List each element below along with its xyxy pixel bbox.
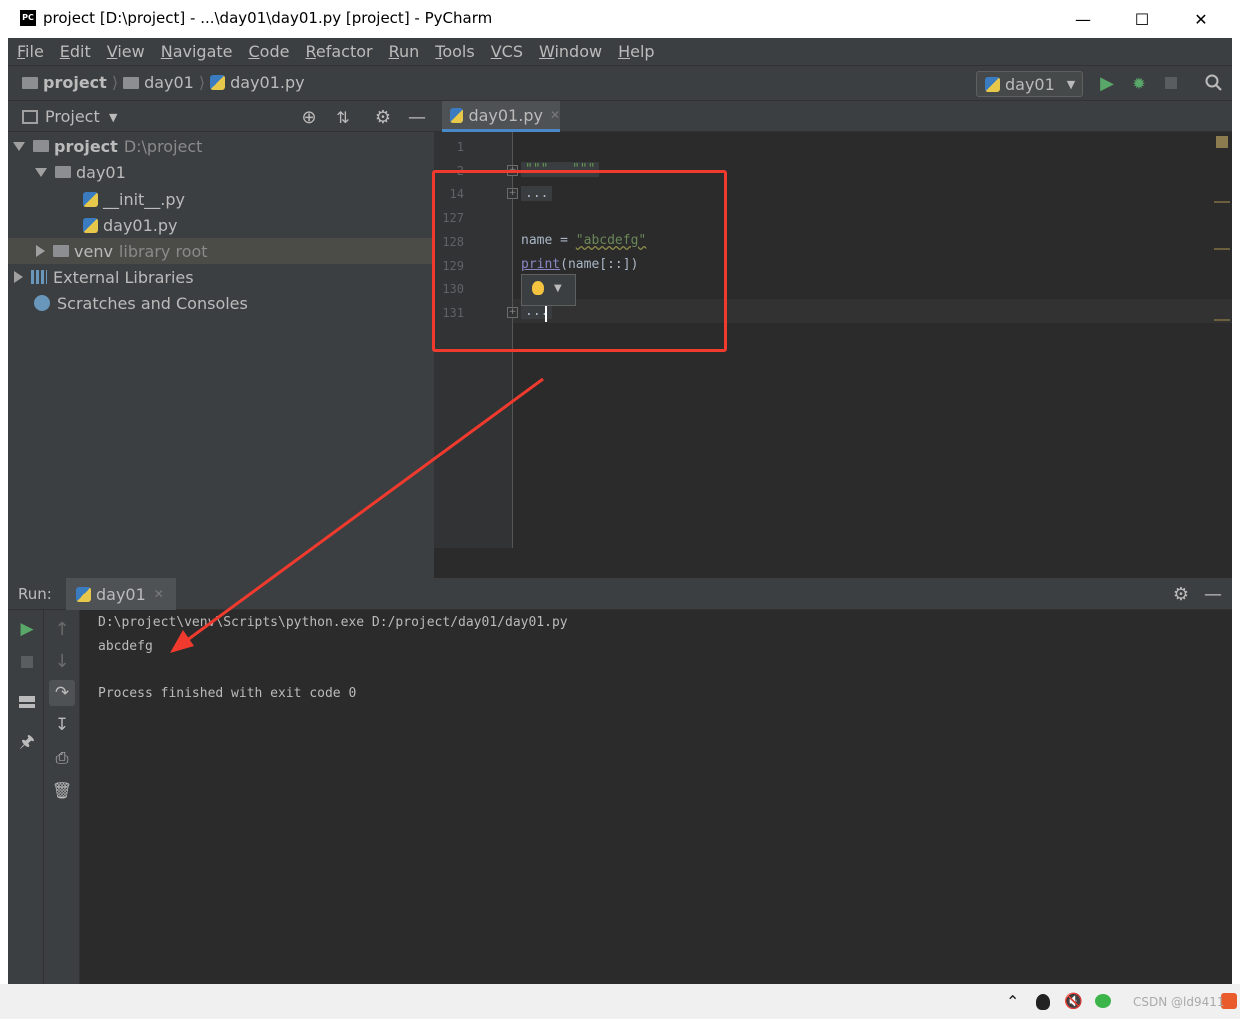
annotation-arrow-head [170, 630, 194, 653]
qq-icon[interactable] [1036, 994, 1050, 1010]
wechat-icon[interactable] [1095, 994, 1111, 1008]
chevron-up-icon[interactable]: ⌃ [1006, 992, 1019, 1011]
volume-muted-icon[interactable]: 🔇 [1064, 992, 1083, 1010]
annotation-arrow [170, 377, 544, 653]
watermark: CSDN @ld9411 [1133, 995, 1225, 1009]
system-taskbar: ⌃ 🔇 [0, 984, 1240, 1019]
annotation-arrow-shaft [185, 377, 544, 643]
